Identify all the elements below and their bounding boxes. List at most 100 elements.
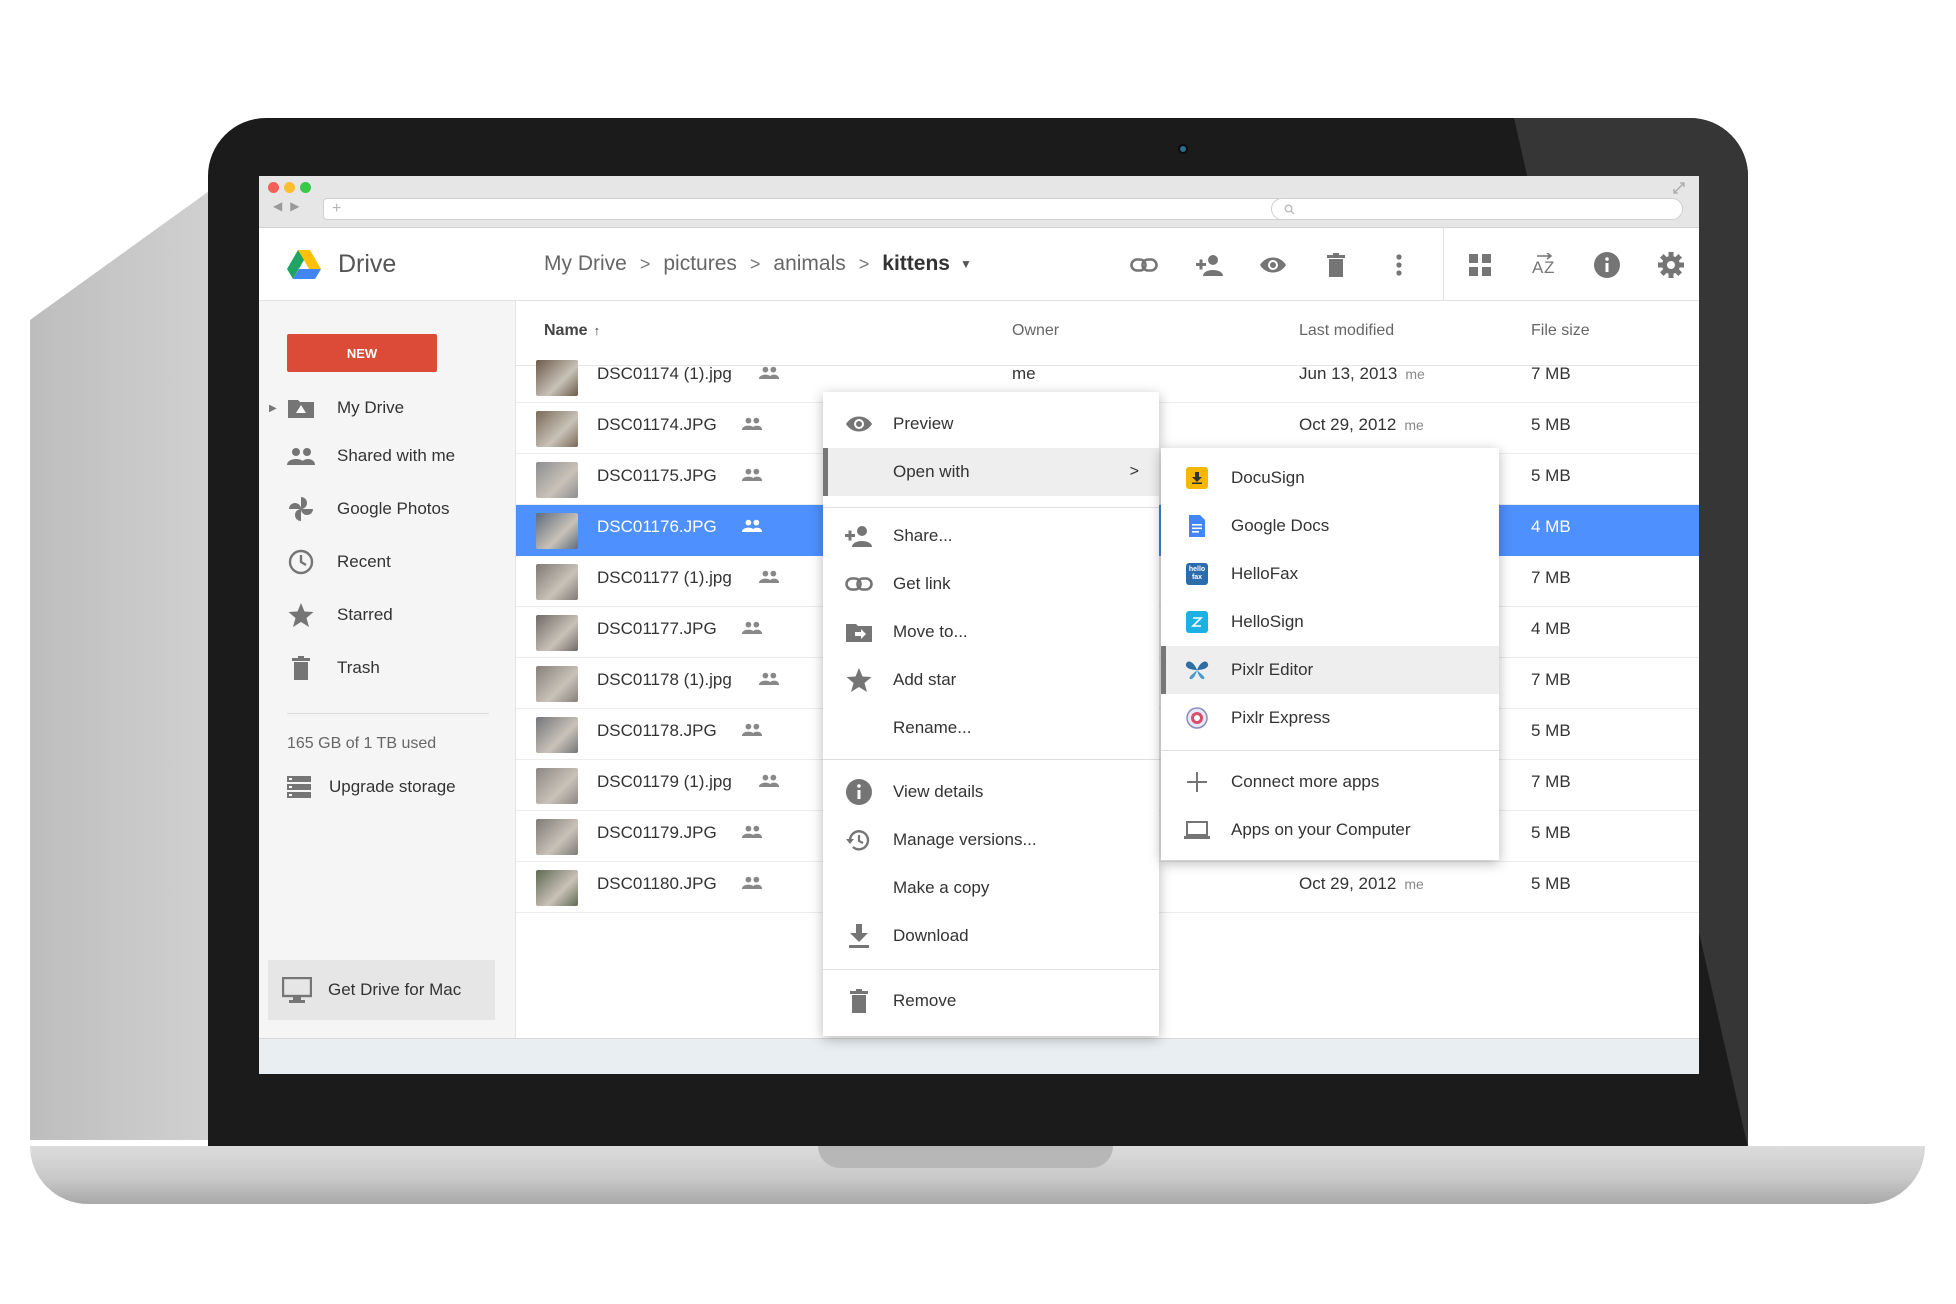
sidebar-item-label: Recent — [337, 552, 391, 571]
modified-date: Jun 13, 2013 — [1299, 364, 1398, 383]
minimize-window-dot[interactable] — [284, 182, 295, 193]
zoom-window-dot[interactable] — [300, 182, 311, 193]
menu-separator — [1161, 750, 1499, 751]
app-item-pixlr-express[interactable]: Pixlr Express — [1161, 694, 1499, 742]
shared-people-icon — [741, 874, 763, 894]
app-item-connect-more-apps[interactable]: Connect more apps — [1161, 758, 1499, 806]
get-drive-for-mac-button[interactable]: Get Drive for Mac — [268, 960, 495, 1020]
column-header-owner[interactable]: Owner — [1012, 322, 1059, 340]
shared-people-icon — [741, 517, 763, 537]
photo-thumbnail — [536, 768, 578, 804]
column-header-name[interactable]: Name ↑ — [544, 322, 600, 340]
app-item-google-docs[interactable]: Google Docs — [1161, 502, 1499, 550]
menu-item-view-details[interactable]: View details — [823, 768, 1159, 816]
chevron-down-icon[interactable]: ▼ — [960, 257, 972, 271]
pixlr-editor-icon — [1183, 656, 1211, 684]
breadcrumb-pictures[interactable]: pictures — [663, 252, 737, 276]
app-item-pixlr-editor[interactable]: Pixlr Editor — [1161, 646, 1499, 694]
sort-up-arrow-icon: ↑ — [593, 323, 601, 338]
close-window-dot[interactable] — [268, 182, 279, 193]
sidebar-item-starred[interactable]: Starred — [259, 593, 516, 637]
file-size: 7 MB — [1531, 568, 1571, 587]
app-title[interactable]: Drive — [338, 250, 396, 279]
file-size: 5 MB — [1531, 415, 1571, 434]
star-icon — [287, 601, 315, 629]
menu-item-download[interactable]: Download — [823, 912, 1159, 960]
menu-item-make-copy[interactable]: Make a copy — [823, 864, 1159, 912]
app-item-hellosign[interactable]: HelloSign — [1161, 598, 1499, 646]
upgrade-storage-label: Upgrade storage — [329, 777, 456, 796]
photo-thumbnail — [536, 411, 578, 447]
storage-stack-icon — [287, 776, 311, 798]
file-size: 5 MB — [1531, 823, 1571, 842]
trash-icon[interactable] — [1319, 248, 1353, 282]
sidebar-item-shared-with-me[interactable]: Shared with me — [259, 434, 516, 478]
preview-eye-icon[interactable] — [1256, 248, 1290, 282]
menu-item-rename[interactable]: Rename... — [823, 704, 1159, 752]
sidebar-item-recent[interactable]: Recent — [259, 540, 516, 584]
breadcrumb-current[interactable]: kittens — [882, 252, 950, 276]
shared-people-icon — [741, 619, 763, 639]
menu-item-share[interactable]: Share... — [823, 512, 1159, 560]
drive-logo-icon[interactable] — [287, 250, 321, 280]
breadcrumb-animals[interactable]: animals — [773, 252, 845, 276]
settings-gear-icon[interactable] — [1654, 248, 1688, 282]
toolbar-divider — [1443, 228, 1444, 301]
sort-az-icon[interactable]: AZ — [1527, 248, 1561, 282]
app-item-hellofax[interactable]: hello fax HelloFax — [1161, 550, 1499, 598]
column-header-file-size[interactable]: File size — [1531, 322, 1590, 340]
menu-item-manage-versions[interactable]: Manage versions... — [823, 816, 1159, 864]
file-last-modified: Jun 13, 2013 me — [1299, 364, 1425, 384]
sidebar-item-trash[interactable]: Trash — [259, 646, 516, 690]
app-label: Connect more apps — [1231, 772, 1380, 791]
context-menu: Preview Open with > Share... Get link Mo… — [823, 392, 1159, 1036]
add-person-icon[interactable] — [1193, 248, 1227, 282]
photo-thumbnail — [536, 513, 578, 549]
menu-item-open-with[interactable]: Open with > — [823, 448, 1159, 496]
new-button[interactable]: NEW — [287, 334, 437, 372]
app-label: HelloFax — [1231, 564, 1299, 583]
menu-item-move-to[interactable]: Move to... — [823, 608, 1159, 656]
move-folder-icon — [845, 618, 873, 646]
menu-separator — [823, 969, 1159, 970]
address-bar[interactable]: + — [323, 198, 1313, 220]
file-size: 7 MB — [1531, 772, 1571, 791]
eye-icon — [845, 410, 873, 438]
column-header-last-modified[interactable]: Last modified — [1299, 322, 1394, 340]
sidebar-item-my-drive[interactable]: ▶ My Drive — [259, 386, 516, 430]
webcam — [1178, 144, 1188, 154]
drive-topbar: Drive My Drive > pictures > animals > ki… — [259, 228, 1699, 301]
shared-people-icon — [741, 721, 763, 741]
browser-search-field[interactable] — [1271, 198, 1683, 220]
file-name: DSC01179 (1).jpg — [597, 772, 732, 791]
new-tab-plus-icon[interactable]: + — [332, 200, 341, 218]
menu-item-preview[interactable]: Preview — [823, 400, 1159, 448]
info-icon[interactable] — [1590, 248, 1624, 282]
more-vert-icon[interactable] — [1382, 248, 1416, 282]
browser-chrome: ◀▶ + — [259, 176, 1699, 228]
docusign-icon — [1183, 464, 1211, 492]
grid-view-icon[interactable] — [1463, 248, 1497, 282]
link-icon[interactable] — [1127, 248, 1161, 282]
photo-thumbnail — [536, 870, 578, 906]
sidebar-item-google-photos[interactable]: Google Photos — [259, 487, 516, 531]
breadcrumb-my-drive[interactable]: My Drive — [544, 252, 627, 276]
upgrade-storage-link[interactable]: Upgrade storage — [287, 776, 456, 798]
modified-by: me — [1404, 876, 1424, 892]
app-item-docusign[interactable]: DocuSign — [1161, 454, 1499, 502]
sidebar-divider — [287, 713, 489, 714]
menu-item-get-link[interactable]: Get link — [823, 560, 1159, 608]
expand-arrow-icon[interactable]: ▶ — [269, 403, 277, 414]
app-item-apps-on-computer[interactable]: Apps on your Computer — [1161, 806, 1499, 854]
file-size: 4 MB — [1531, 619, 1571, 638]
menu-item-remove[interactable]: Remove — [823, 977, 1159, 1025]
shared-people-icon — [758, 772, 780, 792]
svg-text:Z: Z — [1544, 258, 1554, 277]
menu-item-add-star[interactable]: Add star — [823, 656, 1159, 704]
trash-icon — [287, 654, 315, 682]
star-icon — [845, 666, 873, 694]
back-forward-icon[interactable]: ◀▶ — [273, 199, 307, 213]
menu-item-label: Share... — [893, 526, 953, 545]
fullscreen-icon[interactable] — [1673, 182, 1685, 194]
history-icon — [845, 826, 873, 854]
